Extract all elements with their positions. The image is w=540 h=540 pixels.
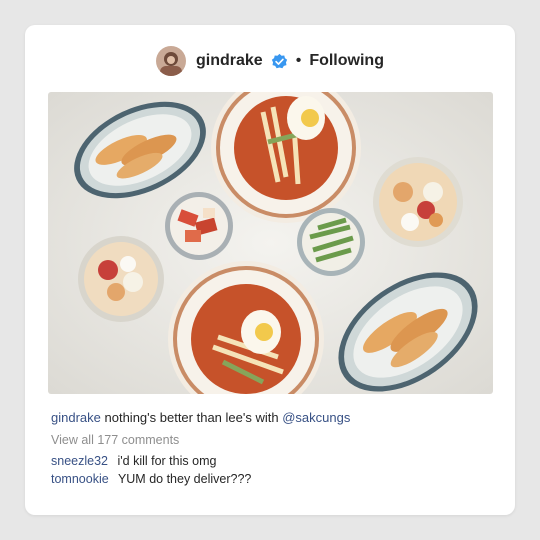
verified-badge-icon <box>271 53 287 68</box>
comment-text: YUM do they deliver??? <box>117 472 252 486</box>
view-all-comments-link[interactable]: View all 177 comments <box>51 433 179 447</box>
comment-text: i'd kill for this omg <box>117 454 217 468</box>
caption-text: nothing's better than lee's with <box>104 410 279 425</box>
post-card: gindrake • Following gindrake nothing's … <box>25 25 515 515</box>
caption-mention[interactable]: @sakcungs <box>282 410 350 425</box>
post-photo[interactable] <box>48 92 493 394</box>
post-header: gindrake • Following <box>25 43 515 79</box>
comment-item: sneezle32 i'd kill for this omg <box>51 454 216 468</box>
comment-username[interactable]: tomnookie <box>51 472 109 486</box>
bowl-stew-left <box>78 236 164 322</box>
bowl-kimchi <box>165 192 233 260</box>
separator-dot: • <box>295 52 302 69</box>
caption-username[interactable]: gindrake <box>51 410 101 425</box>
caption: gindrake nothing's better than lee's wit… <box>51 410 350 425</box>
bowl-cucumber <box>297 208 365 276</box>
username[interactable]: gindrake <box>196 52 263 70</box>
comment-item: tomnookie YUM do they deliver??? <box>51 472 251 486</box>
bowl-stew-right <box>373 157 463 247</box>
comment-username[interactable]: sneezle32 <box>51 454 108 468</box>
following-button[interactable]: Following <box>309 52 384 70</box>
avatar[interactable] <box>156 46 187 76</box>
